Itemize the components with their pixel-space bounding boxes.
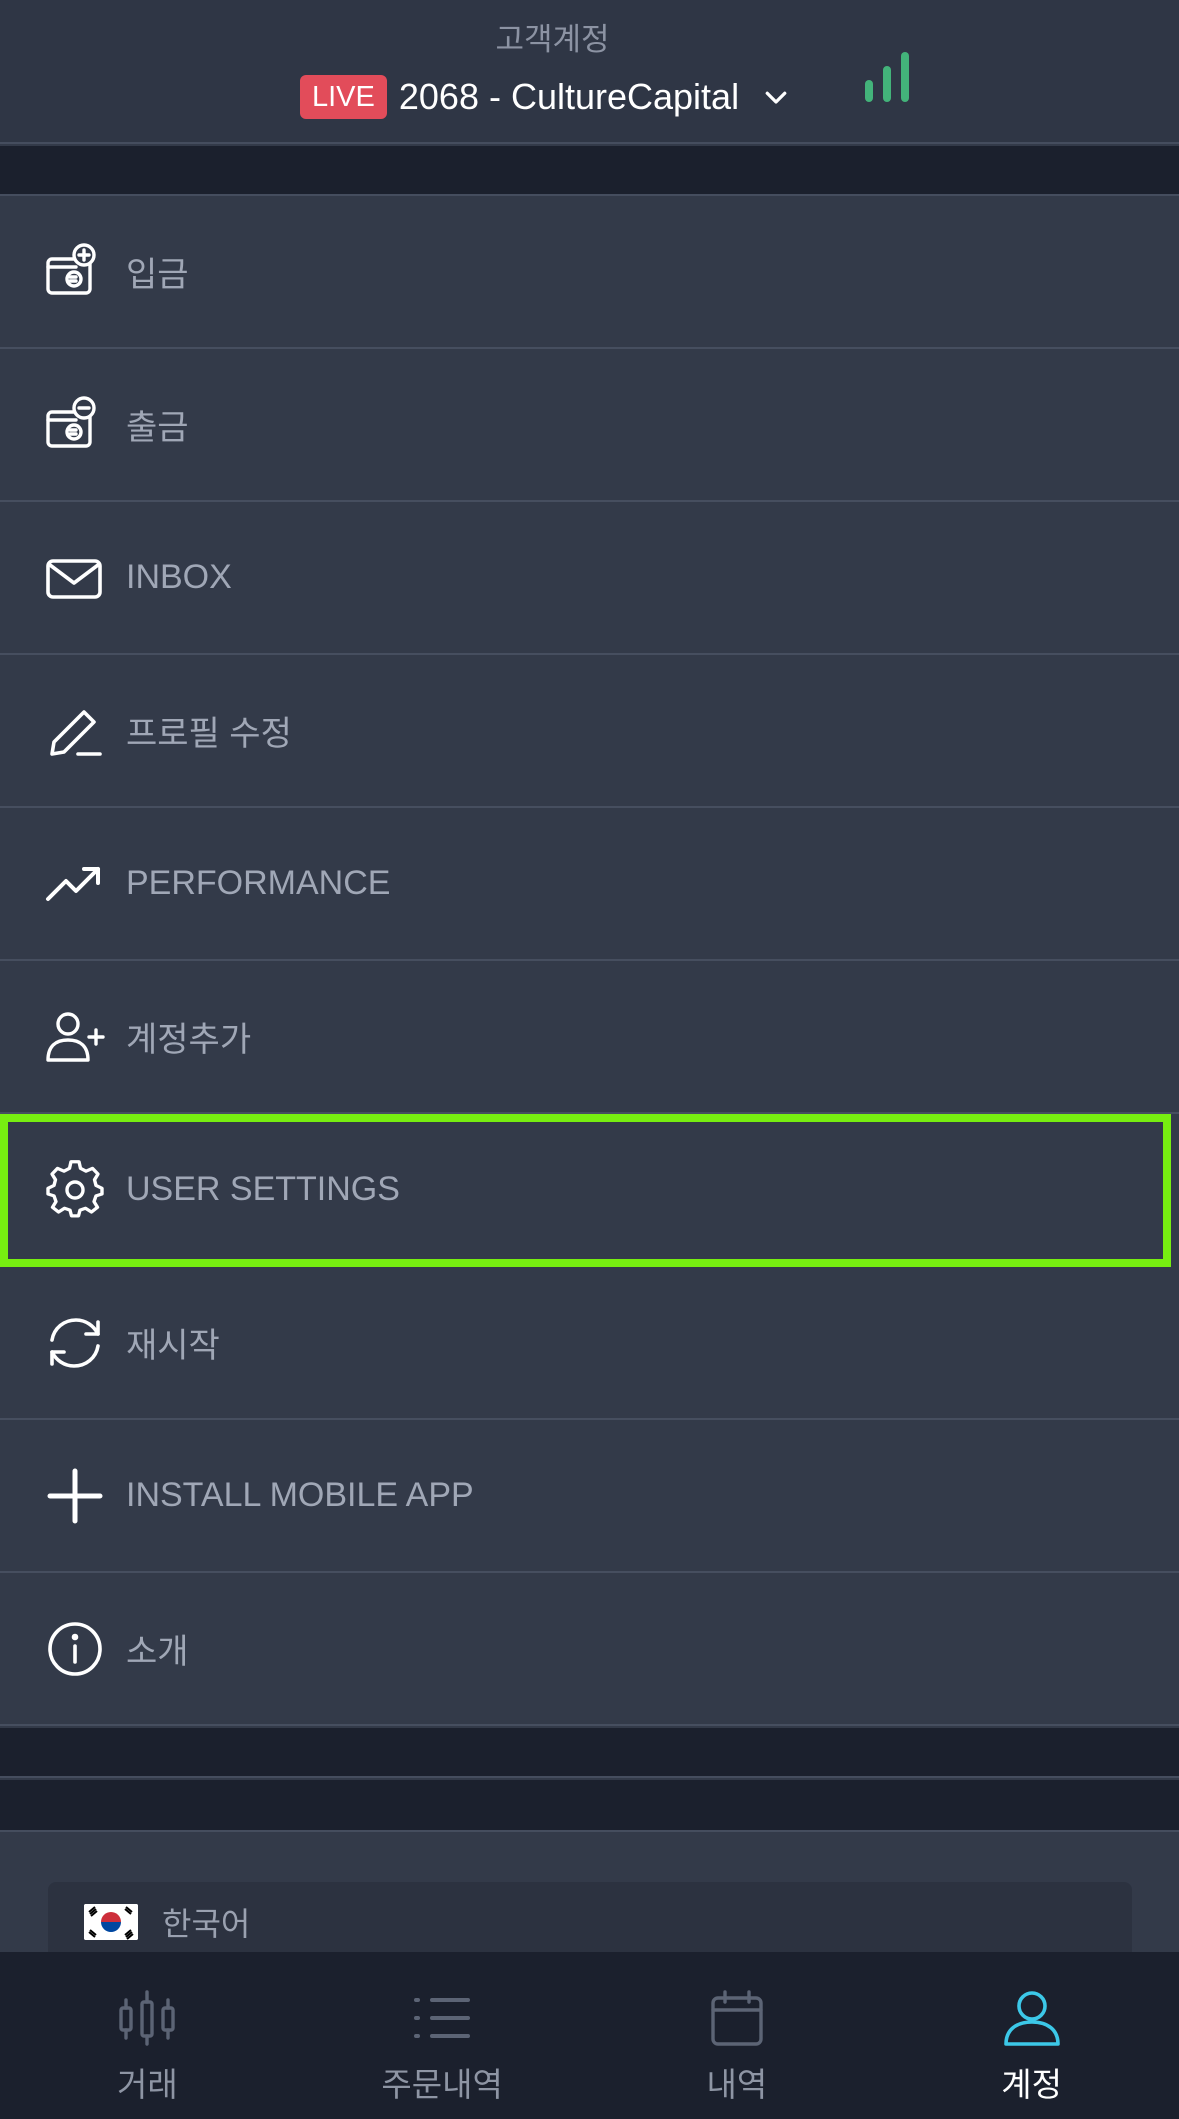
separator-band [0, 1728, 1179, 1778]
live-badge: LIVE [300, 75, 387, 119]
language-area: 한국어 [0, 1832, 1179, 1962]
wallet-minus-icon [44, 394, 106, 456]
signal-strength-icon [865, 52, 909, 102]
nav-tab-trade[interactable]: 거래 [0, 1952, 295, 2119]
account-menu: 입금 출금 INBOX 프로필 수정 PERFORMANCE 계정추가 USER… [0, 196, 1179, 1726]
menu-item-performance[interactable]: PERFORMANCE [0, 808, 1179, 961]
nav-tab-account[interactable]: 계정 [884, 1952, 1179, 2119]
menu-label: 소개 [126, 1633, 189, 1671]
mail-icon [44, 547, 106, 609]
menu-item-add-account[interactable]: 계정추가 [0, 961, 1179, 1114]
account-selector[interactable]: LIVE 2068 - CultureCapital [300, 72, 791, 122]
menu-label: INBOX [126, 558, 232, 596]
account-name: 2068 - CultureCapital [398, 76, 740, 117]
plus-icon [44, 1465, 106, 1527]
wallet-plus-icon [44, 241, 106, 303]
language-selector[interactable]: 한국어 [48, 1882, 1132, 1962]
info-icon [44, 1618, 106, 1680]
menu-label: 출금 [126, 409, 189, 447]
calendar-icon [711, 1990, 763, 2046]
menu-label: 재시작 [126, 1327, 220, 1365]
korea-flag-icon [84, 1904, 138, 1940]
separator-band [0, 1780, 1179, 1832]
menu-item-withdraw[interactable]: 출금 [0, 349, 1179, 502]
menu-item-install-mobile-app[interactable]: INSTALL MOBILE APP [0, 1420, 1179, 1573]
nav-label: 계정 [1001, 2065, 1062, 2104]
language-label: 한국어 [162, 1905, 251, 1943]
user-icon [1003, 1991, 1060, 2046]
nav-label: 내역 [706, 2065, 768, 2104]
candlestick-icon [119, 1990, 176, 2046]
menu-item-restart[interactable]: 재시작 [0, 1267, 1179, 1420]
nav-label: 주문내역 [381, 2065, 503, 2104]
menu-item-inbox[interactable]: INBOX [0, 502, 1179, 655]
menu-label: 계정추가 [126, 1021, 252, 1059]
pen-icon [44, 700, 106, 762]
trending-up-icon [44, 853, 106, 915]
menu-label: 입금 [126, 256, 189, 294]
user-plus-icon [44, 1006, 106, 1068]
separator-band [0, 146, 1179, 196]
nav-tab-history[interactable]: 내역 [590, 1952, 885, 2119]
menu-label: INSTALL MOBILE APP [126, 1476, 474, 1514]
header: 고객계정 LIVE 2068 - CultureCapital [0, 0, 1179, 144]
menu-label: 프로필 수정 [126, 715, 292, 753]
refresh-icon [44, 1312, 106, 1374]
nav-label: 거래 [117, 2065, 178, 2104]
menu-label: USER SETTINGS [126, 1170, 400, 1208]
menu-item-user-settings[interactable]: USER SETTINGS [0, 1114, 1171, 1267]
header-caption: 고객계정 [495, 22, 610, 58]
menu-label: PERFORMANCE [126, 864, 391, 902]
chevron-down-icon [765, 91, 787, 104]
menu-item-edit-profile[interactable]: 프로필 수정 [0, 655, 1179, 808]
menu-item-about[interactable]: 소개 [0, 1573, 1179, 1726]
nav-tab-orders[interactable]: 주문내역 [295, 1952, 590, 2119]
bottom-nav: 거래 주문내역 내역 계정 [0, 1952, 1179, 2119]
menu-item-deposit[interactable]: 입금 [0, 196, 1179, 349]
gear-icon [44, 1159, 106, 1221]
list-icon [414, 1998, 471, 2038]
